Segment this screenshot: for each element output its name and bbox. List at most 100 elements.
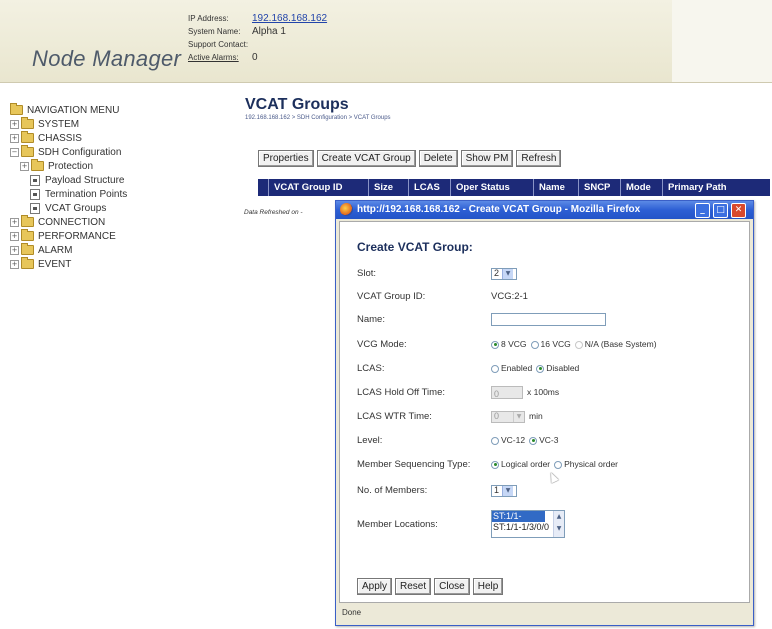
hold-off-input[interactable]: 0: [491, 386, 523, 399]
header-spacer: [258, 179, 268, 196]
nav-item-vcat-groups[interactable]: VCAT Groups: [10, 201, 127, 215]
radio-label: Enabled: [501, 363, 533, 373]
window-titlebar[interactable]: http://192.168.168.162 - Create VCAT Gro…: [336, 201, 753, 219]
chevron-down-icon: ▼: [502, 485, 514, 496]
chevron-down-icon: ▼: [502, 268, 514, 279]
listbox-scrollbar[interactable]: ▲ ▼: [553, 511, 564, 537]
lcas-enabled-radio[interactable]: [491, 364, 499, 373]
nav-item-chassis[interactable]: + CHASSIS: [10, 131, 127, 145]
folder-icon: [21, 257, 34, 269]
minimize-icon[interactable]: _: [695, 203, 710, 218]
level-vc12-radio[interactable]: [491, 436, 499, 445]
expand-icon[interactable]: +: [20, 161, 29, 171]
apply-button[interactable]: Apply: [357, 578, 393, 595]
nav-menu-header: NAVIGATION MENU: [10, 103, 127, 117]
column-header[interactable]: Name: [533, 179, 578, 196]
hold-off-unit: x 100ms: [527, 387, 560, 397]
column-header[interactable]: VCAT Group ID: [268, 179, 368, 196]
radio-label: 8 VCG: [501, 339, 527, 349]
slot-select[interactable]: 2 ▼: [491, 267, 517, 280]
vcg-mode-label: VCG Mode:: [357, 339, 407, 350]
close-button[interactable]: Close: [434, 578, 470, 595]
maximize-icon[interactable]: □: [713, 203, 728, 218]
form-buttons: Apply Reset Close Help: [357, 578, 504, 595]
nav-menu-title: NAVIGATION MENU: [27, 104, 120, 116]
folder-open-icon: [21, 145, 34, 157]
list-item[interactable]: ST:1/1-1/2/0/0: [492, 511, 545, 532]
nav-item-protection[interactable]: + Protection: [10, 159, 127, 173]
properties-button[interactable]: Properties: [258, 150, 314, 167]
nav-item-payload-structure[interactable]: Payload Structure: [10, 173, 127, 187]
active-alarms-value: 0: [252, 52, 258, 63]
folder-icon: [21, 229, 34, 241]
wtr-select[interactable]: 0 ▼: [491, 410, 525, 423]
radio-label: Physical order: [564, 459, 618, 469]
nav-item-termination-points[interactable]: Termination Points: [10, 187, 127, 201]
close-icon[interactable]: ✕: [731, 203, 746, 218]
expand-icon[interactable]: +: [10, 119, 19, 129]
active-alarms-link[interactable]: Active Alarms:: [188, 53, 252, 62]
nav-item-label: PERFORMANCE: [38, 230, 116, 242]
column-header[interactable]: Oper Status: [450, 179, 533, 196]
chevron-down-icon: ▼: [513, 411, 524, 422]
folder-icon: [31, 159, 44, 171]
create-vcat-group-button[interactable]: Create VCAT Group: [316, 150, 416, 167]
physical-order-radio[interactable]: [554, 460, 563, 469]
expand-icon[interactable]: +: [10, 245, 19, 255]
slot-select-value: 2: [494, 268, 500, 278]
system-name-label: System Name:: [188, 27, 241, 36]
collapse-icon[interactable]: −: [10, 147, 19, 157]
scroll-up-icon[interactable]: ▲: [554, 511, 564, 523]
lcas-disabled-radio[interactable]: [536, 364, 545, 373]
folder-icon: [21, 243, 34, 255]
vcg-mode-8-radio[interactable]: [491, 340, 499, 349]
level-vc3-radio[interactable]: [529, 436, 538, 445]
ip-address-label: IP Address:: [188, 14, 229, 23]
nav-item-label: ALARM: [38, 244, 73, 256]
system-info-panel: IP Address: 192.168.168.162 System Name: A…: [188, 12, 327, 64]
nav-item-sdh-configuration[interactable]: − SDH Configuration: [10, 145, 127, 159]
help-button[interactable]: Help: [472, 578, 504, 595]
vcg-mode-16-radio[interactable]: [530, 340, 539, 349]
delete-button[interactable]: Delete: [418, 150, 458, 167]
member-sequencing-label: Member Sequencing Type:: [357, 459, 471, 470]
radio-label: VC-12: [501, 435, 526, 445]
expand-icon[interactable]: +: [10, 217, 19, 227]
column-header[interactable]: LCAS: [408, 179, 450, 196]
member-locations-listbox[interactable]: ST:1/1-1/2/0/0 ST:1/1-1/3/0/0 ▲ ▼: [491, 510, 565, 538]
vcat-group-id-label: VCAT Group ID:: [357, 291, 426, 302]
app-logo: Node Manager: [32, 46, 182, 71]
expand-icon[interactable]: +: [10, 259, 19, 269]
vcg-mode-na-radio[interactable]: [574, 340, 583, 349]
folder-icon: [10, 103, 23, 115]
refresh-button[interactable]: Refresh: [516, 150, 562, 167]
column-header[interactable]: Size: [368, 179, 408, 196]
expand-icon[interactable]: +: [10, 133, 19, 143]
scroll-down-icon[interactable]: ▼: [554, 523, 564, 535]
support-contact-label: Support Contact:: [188, 40, 249, 49]
ip-address-link[interactable]: 192.168.168.162: [252, 13, 327, 24]
expand-icon[interactable]: +: [10, 231, 19, 241]
nav-item-label: Payload Structure: [45, 174, 125, 186]
nav-item-connection[interactable]: + CONNECTION: [10, 215, 127, 229]
nav-item-label: SYSTEM: [38, 118, 80, 130]
nav-item-performance[interactable]: + PERFORMANCE: [10, 229, 127, 243]
members-count-select[interactable]: 1 ▼: [491, 484, 517, 497]
system-name-value: Alpha 1: [252, 26, 286, 37]
show-pm-button[interactable]: Show PM: [460, 150, 514, 167]
nav-item-label: Protection: [48, 160, 94, 172]
nav-item-label: Termination Points: [45, 188, 128, 200]
nav-item-event[interactable]: + EVENT: [10, 257, 127, 271]
reset-button[interactable]: Reset: [395, 578, 432, 595]
members-count-value: 1: [494, 485, 500, 495]
page-icon: [30, 202, 40, 214]
column-header[interactable]: Primary Path: [662, 179, 770, 196]
column-header[interactable]: SNCP: [578, 179, 620, 196]
logical-order-radio[interactable]: [491, 460, 499, 469]
folder-icon: [21, 131, 34, 143]
name-input[interactable]: [491, 313, 606, 326]
column-header[interactable]: Mode: [620, 179, 662, 196]
nav-item-alarm[interactable]: + ALARM: [10, 243, 127, 257]
nav-item-system[interactable]: + SYSTEM: [10, 117, 127, 131]
level-label: Level:: [357, 435, 383, 446]
